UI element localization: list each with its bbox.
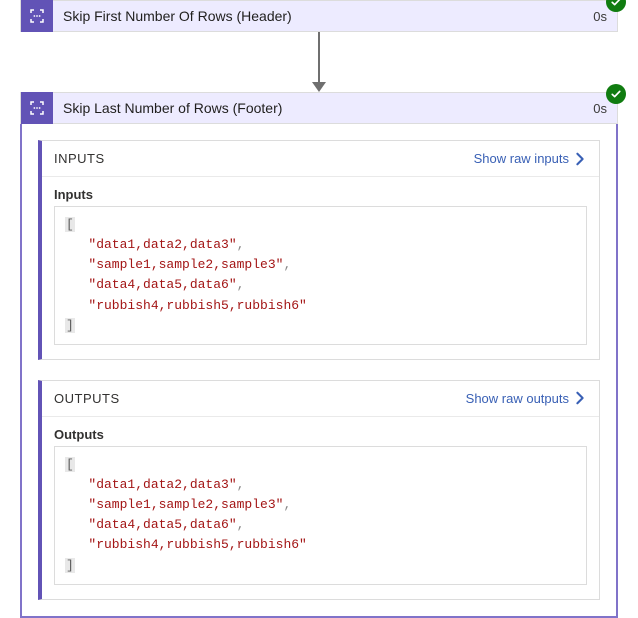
step-header[interactable]: Skip Last Number of Rows (Footer) 0s bbox=[20, 92, 618, 124]
inputs-field-label: Inputs bbox=[54, 187, 587, 202]
inputs-panel: INPUTS Show raw inputs Inputs [ "data1,d… bbox=[38, 140, 600, 360]
link-text: Show raw inputs bbox=[474, 151, 569, 166]
step-skip-last-rows[interactable]: Skip Last Number of Rows (Footer) 0s bbox=[20, 92, 618, 124]
panel-header: INPUTS Show raw inputs bbox=[42, 141, 599, 177]
arrow-down-icon bbox=[312, 82, 326, 92]
outputs-code-box[interactable]: [ "data1,data2,data3", "sample1,sample2,… bbox=[54, 446, 587, 585]
show-raw-inputs-link[interactable]: Show raw inputs bbox=[474, 151, 587, 166]
success-badge-icon bbox=[606, 84, 626, 104]
step-title: Skip First Number Of Rows (Header) bbox=[53, 8, 583, 24]
panel-title: INPUTS bbox=[54, 151, 474, 166]
chevron-right-icon bbox=[573, 152, 587, 166]
data-operation-icon bbox=[21, 92, 53, 124]
panel-header: OUTPUTS Show raw outputs bbox=[42, 381, 599, 417]
inputs-code-box[interactable]: [ "data1,data2,data3", "sample1,sample2,… bbox=[54, 206, 587, 345]
outputs-field-label: Outputs bbox=[54, 427, 587, 442]
chevron-right-icon bbox=[573, 391, 587, 405]
step-skip-first-rows[interactable]: Skip First Number Of Rows (Header) 0s bbox=[20, 0, 618, 32]
outputs-panel: OUTPUTS Show raw outputs Outputs [ "data… bbox=[38, 380, 600, 600]
flow-connector bbox=[20, 32, 618, 92]
step-header[interactable]: Skip First Number Of Rows (Header) 0s bbox=[20, 0, 618, 32]
step-title: Skip Last Number of Rows (Footer) bbox=[53, 100, 583, 116]
step-body: INPUTS Show raw inputs Inputs [ "data1,d… bbox=[20, 124, 618, 618]
link-text: Show raw outputs bbox=[466, 391, 569, 406]
panel-title: OUTPUTS bbox=[54, 391, 466, 406]
data-operation-icon bbox=[21, 0, 53, 32]
show-raw-outputs-link[interactable]: Show raw outputs bbox=[466, 391, 587, 406]
